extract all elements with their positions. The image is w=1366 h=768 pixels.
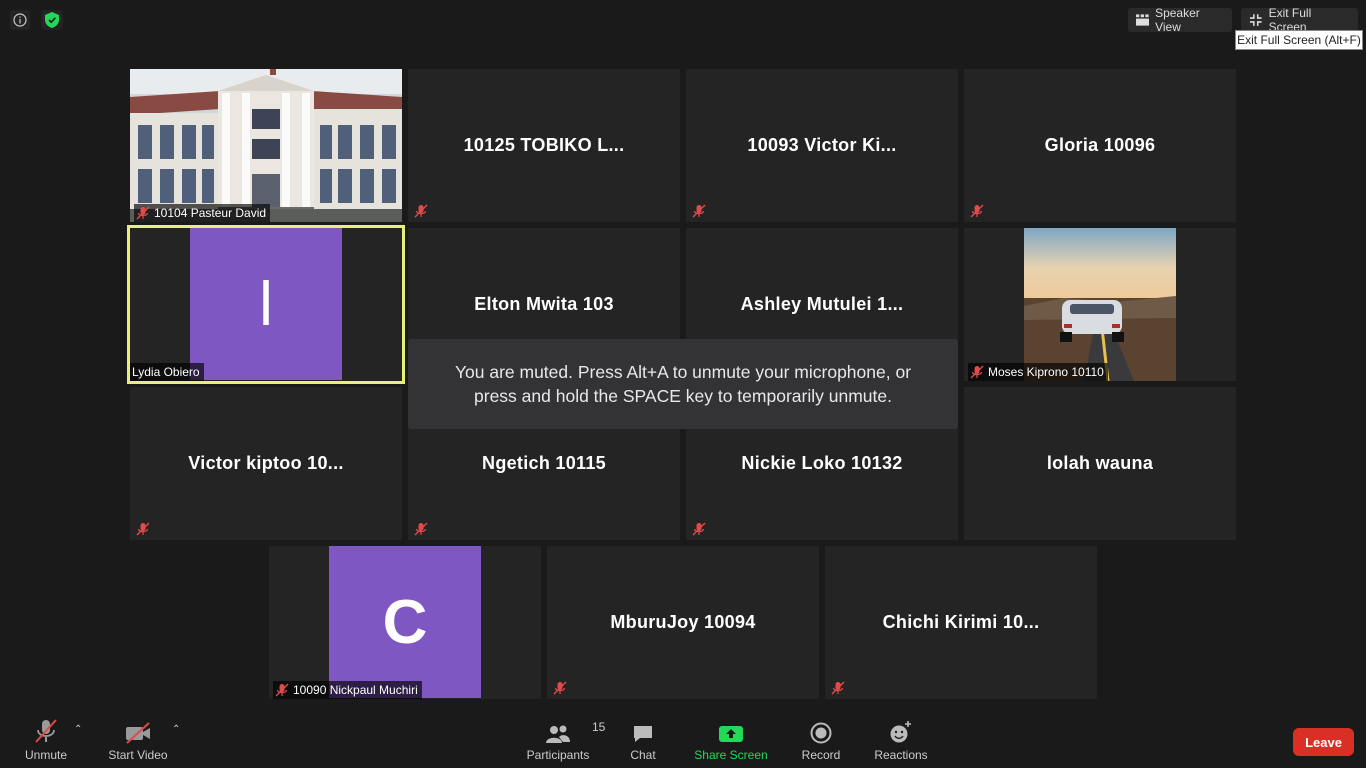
chat-button[interactable]: Chat — [625, 718, 661, 762]
start-video-button[interactable]: Start Video — [106, 718, 170, 762]
video-tile[interactable]: Chichi Kirimi 10... — [825, 546, 1097, 699]
record-label: Record — [801, 748, 841, 762]
muted-message-line2: press and hold the SPACE key to temporar… — [474, 386, 892, 406]
share-screen-icon — [719, 726, 743, 742]
mic-muted-icon — [692, 522, 706, 536]
participant-name: 10104 Pasteur David — [154, 206, 267, 220]
meeting-toolbar — [0, 712, 1366, 768]
record-button[interactable]: Record — [800, 718, 842, 762]
car-road-picture — [1024, 228, 1176, 381]
chat-label: Chat — [630, 748, 656, 762]
participant-name: lolah wauna — [1046, 453, 1154, 473]
participant-name-label: Moses Kiprono 10110 — [968, 363, 1108, 381]
video-off-icon — [126, 722, 150, 744]
participants-button[interactable]: 15 Participants — [524, 718, 606, 762]
participants-icon — [546, 725, 570, 743]
speaker-view-button[interactable]: Speaker View — [1128, 6, 1232, 34]
participants-label: Participants — [526, 748, 590, 762]
video-options-chevron-icon[interactable]: ⌃ — [172, 724, 180, 735]
exit-fullscreen-icon — [1249, 14, 1262, 26]
video-tile[interactable]: 10125 TOBIKO L... — [408, 69, 680, 222]
participant-name: Gloria 10096 — [1044, 135, 1156, 155]
video-tile[interactable]: C 10090 Nickpaul Muchiri — [269, 546, 541, 699]
participant-avatar: l — [190, 228, 342, 380]
building-video-feed — [130, 69, 402, 222]
mic-muted-icon — [970, 204, 984, 218]
share-screen-button[interactable]: Share Screen — [693, 718, 769, 762]
mic-muted-icon — [692, 204, 706, 218]
exit-full-screen-button[interactable]: Exit Full Screen — [1241, 6, 1358, 34]
video-tile-active-speaker[interactable]: l Lydia Obiero — [127, 225, 405, 384]
share-screen-label: Share Screen — [694, 748, 768, 762]
video-tile[interactable]: Moses Kiprono 10110 — [964, 228, 1236, 381]
participants-count: 15 — [592, 720, 606, 734]
participant-name-label: Lydia Obiero — [130, 363, 204, 381]
muted-message-line1: You are muted. Press Alt+A to unmute you… — [454, 362, 912, 382]
audio-options-chevron-icon[interactable]: ⌃ — [74, 724, 82, 735]
video-tile[interactable]: Gloria 10096 — [964, 69, 1236, 222]
mic-muted-icon — [35, 719, 57, 743]
participant-name: Chichi Kirimi 10... — [882, 612, 1040, 632]
leave-button[interactable]: Leave — [1293, 728, 1354, 756]
mic-muted-icon — [831, 681, 845, 695]
reactions-button[interactable]: Reactions — [872, 718, 930, 762]
chat-icon — [634, 726, 652, 742]
meeting-info-icon[interactable] — [10, 10, 30, 30]
participant-name-label: 10090 Nickpaul Muchiri — [273, 681, 422, 699]
unmute-label: Unmute — [24, 748, 68, 762]
record-icon — [810, 722, 832, 744]
participant-name: Moses Kiprono 10110 — [988, 365, 1104, 379]
encryption-shield-icon[interactable] — [41, 10, 63, 30]
mic-muted-icon — [970, 365, 984, 379]
participant-name: Lydia Obiero — [132, 365, 200, 379]
mic-muted-icon — [275, 683, 289, 697]
speaker-view-label: Speaker View — [1155, 6, 1200, 34]
video-tile[interactable]: Victor kiptoo 10... — [130, 387, 402, 540]
reactions-label: Reactions — [874, 748, 928, 762]
mic-muted-icon — [136, 206, 150, 220]
participant-name: 10090 Nickpaul Muchiri — [293, 683, 418, 697]
video-tile[interactable]: 10104 Pasteur David — [130, 69, 402, 222]
mic-muted-icon — [414, 204, 428, 218]
video-tile[interactable]: lolah wauna — [964, 387, 1236, 540]
participant-name-label: 10104 Pasteur David — [134, 204, 271, 222]
unmute-button[interactable]: Unmute — [22, 718, 70, 762]
emoji-reaction-icon — [890, 721, 911, 743]
participant-name: 10093 Victor Ki... — [747, 135, 897, 155]
video-tile[interactable]: 10093 Victor Ki... — [686, 69, 958, 222]
participant-name: 10125 TOBIKO L... — [463, 135, 625, 155]
participant-avatar: C — [329, 546, 481, 698]
video-tile[interactable]: MburuJoy 10094 — [547, 546, 819, 699]
mic-muted-icon — [553, 681, 567, 695]
participant-name: MburuJoy 10094 — [610, 612, 756, 632]
start-video-label: Start Video — [108, 748, 168, 762]
mic-muted-icon — [414, 522, 428, 536]
participant-name: Victor kiptoo 10... — [188, 453, 344, 473]
mic-muted-icon — [136, 522, 150, 536]
exit-full-screen-tooltip: Exit Full Screen (Alt+F) — [1235, 30, 1363, 50]
grid-icon — [1136, 14, 1150, 26]
muted-notification: You are muted. Press Alt+A to unmute you… — [408, 339, 958, 429]
